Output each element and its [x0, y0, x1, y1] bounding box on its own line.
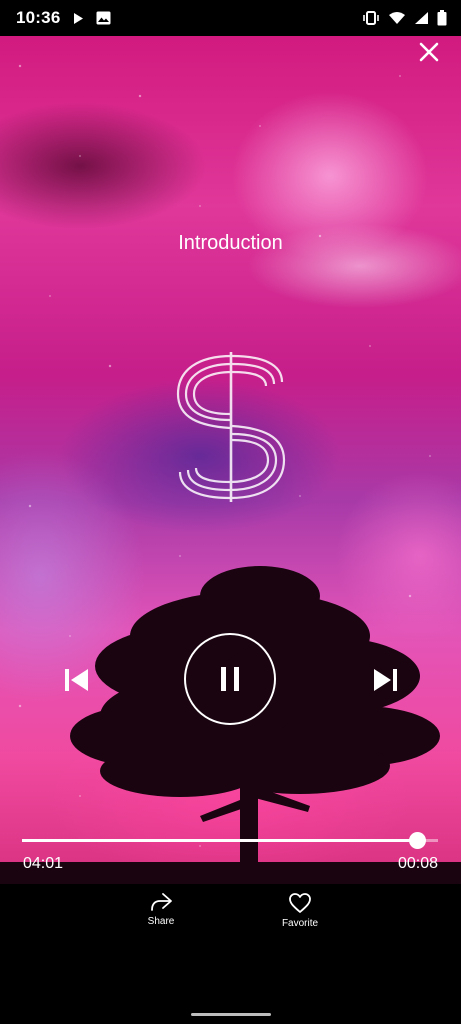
vibrate-icon — [362, 11, 380, 25]
favorite-label: Favorite — [281, 918, 319, 929]
close-button[interactable] — [417, 40, 441, 64]
progress-slider[interactable] — [22, 832, 438, 849]
status-time: 10:36 — [16, 8, 61, 27]
remaining-time: 00:08 — [397, 855, 438, 872]
share-label: Share — [147, 916, 175, 927]
share-button[interactable]: Share — [141, 892, 181, 927]
skip-previous-icon — [65, 669, 88, 691]
battery-icon — [437, 10, 447, 26]
signal-icon — [414, 11, 429, 25]
pause-icon — [221, 667, 239, 691]
elapsed-time: 04:01 — [23, 855, 64, 872]
heart-icon — [289, 893, 311, 913]
favorite-button[interactable]: Favorite — [270, 892, 330, 929]
next-button[interactable] — [370, 666, 400, 694]
status-bar: 10:36 — [0, 0, 461, 36]
home-indicator[interactable] — [191, 1013, 271, 1016]
wifi-icon — [388, 11, 406, 25]
close-icon — [419, 42, 439, 62]
previous-button[interactable] — [62, 666, 92, 694]
share-icon — [151, 893, 172, 911]
track-title: Introduction — [178, 232, 283, 254]
skip-next-icon — [374, 669, 397, 691]
image-icon — [96, 11, 111, 25]
app-logo-icon — [176, 352, 286, 502]
play-icon — [72, 12, 84, 25]
pause-button[interactable] — [184, 633, 276, 725]
progress-fill — [22, 839, 418, 842]
